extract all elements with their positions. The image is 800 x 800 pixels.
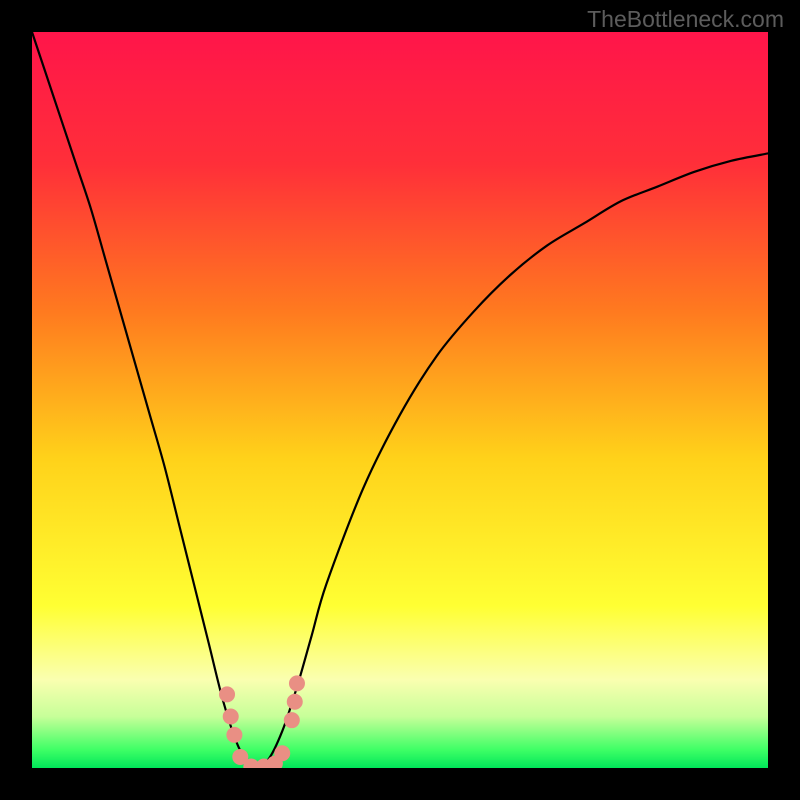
plot-area <box>32 32 768 768</box>
watermark-text: TheBottleneck.com <box>587 6 784 33</box>
marker-dot <box>287 694 303 710</box>
marker-dot <box>219 686 235 702</box>
marker-dot <box>274 745 290 761</box>
marker-dot <box>223 708 239 724</box>
marker-dot <box>226 727 242 743</box>
chart-frame: TheBottleneck.com <box>0 0 800 800</box>
marker-dot <box>289 675 305 691</box>
marker-dot <box>284 712 300 728</box>
bottleneck-chart <box>32 32 768 768</box>
gradient-background <box>32 32 768 768</box>
